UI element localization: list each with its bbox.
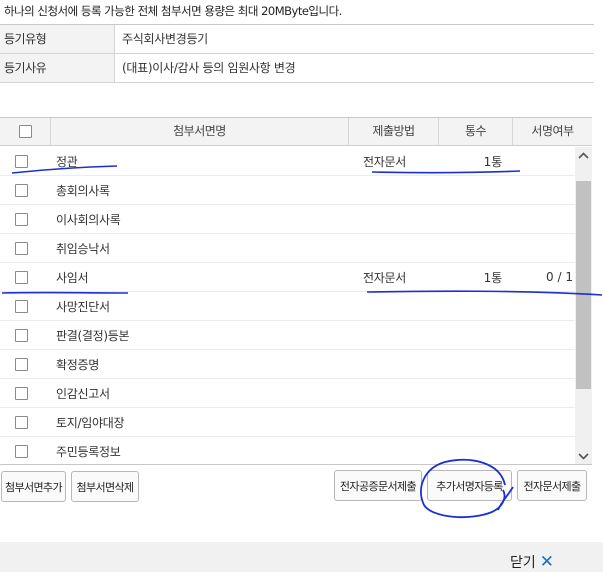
table-row[interactable]: 인감신고서 (0, 379, 575, 408)
row-checkbox[interactable] (14, 270, 28, 284)
scroll-up-icon[interactable] (575, 147, 592, 164)
table-row[interactable]: 총회의사록 (0, 176, 575, 205)
row-checkbox-cell (0, 328, 42, 342)
row-checkbox[interactable] (14, 212, 28, 226)
row-checkbox-cell (0, 270, 42, 284)
row-checkbox-cell (0, 299, 42, 313)
attachment-name: 총회의사록 (56, 183, 110, 198)
scroll-down-icon[interactable] (575, 448, 592, 464)
row-checkbox[interactable] (14, 328, 28, 342)
add-attachment-button[interactable]: 첨부서면추가 (1, 471, 66, 502)
table-row[interactable]: 토지/임야대장 (0, 408, 575, 437)
attachment-name: 확정증명 (56, 357, 99, 372)
row-checkbox[interactable] (14, 299, 28, 313)
info-value: (대표)이사/감사 등의 임원사항 변경 (122, 61, 296, 75)
table-row[interactable]: 취임승낙서 (0, 234, 575, 263)
select-all-cell (0, 118, 51, 145)
row-checkbox[interactable] (14, 386, 28, 400)
copy-count: 1통 (483, 154, 503, 169)
attachment-name: 판결(결정)등본 (56, 328, 130, 343)
header-sign: 서명여부 (531, 124, 574, 138)
row-checkbox[interactable] (14, 183, 28, 197)
row-checkbox-cell (0, 241, 42, 255)
delete-attachment-button[interactable]: 첨부서면삭제 (71, 471, 139, 502)
add-signer-button[interactable]: 추가서명자등록 (427, 470, 512, 501)
notarized-doc-submit-button[interactable]: 전자공증문서제출 (334, 470, 422, 501)
signature-status: 0 / 1 (546, 270, 573, 284)
row-checkbox[interactable] (14, 357, 28, 371)
row-checkbox[interactable] (14, 415, 28, 429)
capacity-notice: 하나의 신청서에 등록 가능한 전체 첨부서면 용량은 최대 20MByte입니… (4, 4, 342, 18)
attachment-name: 토지/임야대장 (56, 415, 125, 430)
table-row[interactable]: 이사회의사록 (0, 205, 575, 234)
attachment-grid: 첨부서면명 제출방법 통수 서명여부 정관 전자문서 1통 총회의사록 이사회의사록 취임… (0, 117, 592, 465)
attachment-name: 주민등록정보 (56, 444, 121, 459)
attachment-name: 사임서 (56, 270, 89, 285)
row-checkbox-cell (0, 357, 42, 371)
row-checkbox[interactable] (14, 444, 28, 458)
close-label: 닫기 (510, 555, 536, 571)
info-label: 등기유형 (0, 25, 115, 53)
table-row[interactable]: 주민등록정보 (0, 437, 575, 464)
row-checkbox[interactable] (14, 241, 28, 255)
row-checkbox-cell (0, 154, 42, 168)
copy-count: 1통 (483, 270, 503, 285)
table-row[interactable]: 정관 전자문서 1통 (0, 147, 575, 176)
row-checkbox-cell (0, 415, 42, 429)
registration-info-table: 등기유형 주식회사변경등기 등기사유 (대표)이사/감사 등의 임원사항 변경 (0, 24, 594, 83)
info-label: 등기사유 (0, 54, 115, 82)
table-row[interactable]: 확정증명 (0, 350, 575, 379)
submit-method: 전자문서 (363, 154, 406, 169)
attachment-name: 정관 (56, 154, 78, 169)
table-row[interactable]: 사망진단서 (0, 292, 575, 321)
attachment-name: 사망진단서 (56, 299, 110, 314)
info-row-type: 등기유형 주식회사변경등기 (0, 25, 594, 54)
header-name: 첨부서면명 (51, 118, 349, 145)
grid-header: 첨부서면명 제출방법 통수 서명여부 (0, 118, 592, 146)
submit-method: 전자문서 (363, 270, 406, 285)
select-all-checkbox[interactable] (18, 125, 32, 138)
header-count: 통수 (439, 118, 513, 145)
scroll-thumb[interactable] (576, 181, 591, 389)
row-checkbox-cell (0, 386, 42, 400)
row-checkbox-cell (0, 444, 42, 458)
header-method: 제출방법 (349, 118, 439, 145)
row-checkbox-cell (0, 212, 42, 226)
info-value: 주식회사변경등기 (122, 32, 208, 46)
attachment-name: 취임승낙서 (56, 241, 110, 256)
table-row[interactable]: 사임서 전자문서 1통 0 / 1 (0, 263, 575, 292)
info-row-reason: 등기사유 (대표)이사/감사 등의 임원사항 변경 (0, 54, 594, 83)
close-button[interactable]: 닫기 ✕ (510, 552, 570, 572)
table-row[interactable]: 판결(결정)등본 (0, 321, 575, 350)
edoc-submit-button[interactable]: 전자문서제출 (517, 470, 587, 501)
grid-scrollbar[interactable] (575, 147, 592, 464)
row-checkbox-cell (0, 183, 42, 197)
attachment-name: 인감신고서 (56, 386, 110, 401)
attachment-name: 이사회의사록 (56, 212, 121, 227)
row-checkbox[interactable] (14, 154, 28, 168)
close-icon: ✕ (539, 552, 555, 572)
grid-body: 정관 전자문서 1통 총회의사록 이사회의사록 취임승낙서 사임서 전자문서 1통 0 / 1 사망… (0, 147, 575, 464)
